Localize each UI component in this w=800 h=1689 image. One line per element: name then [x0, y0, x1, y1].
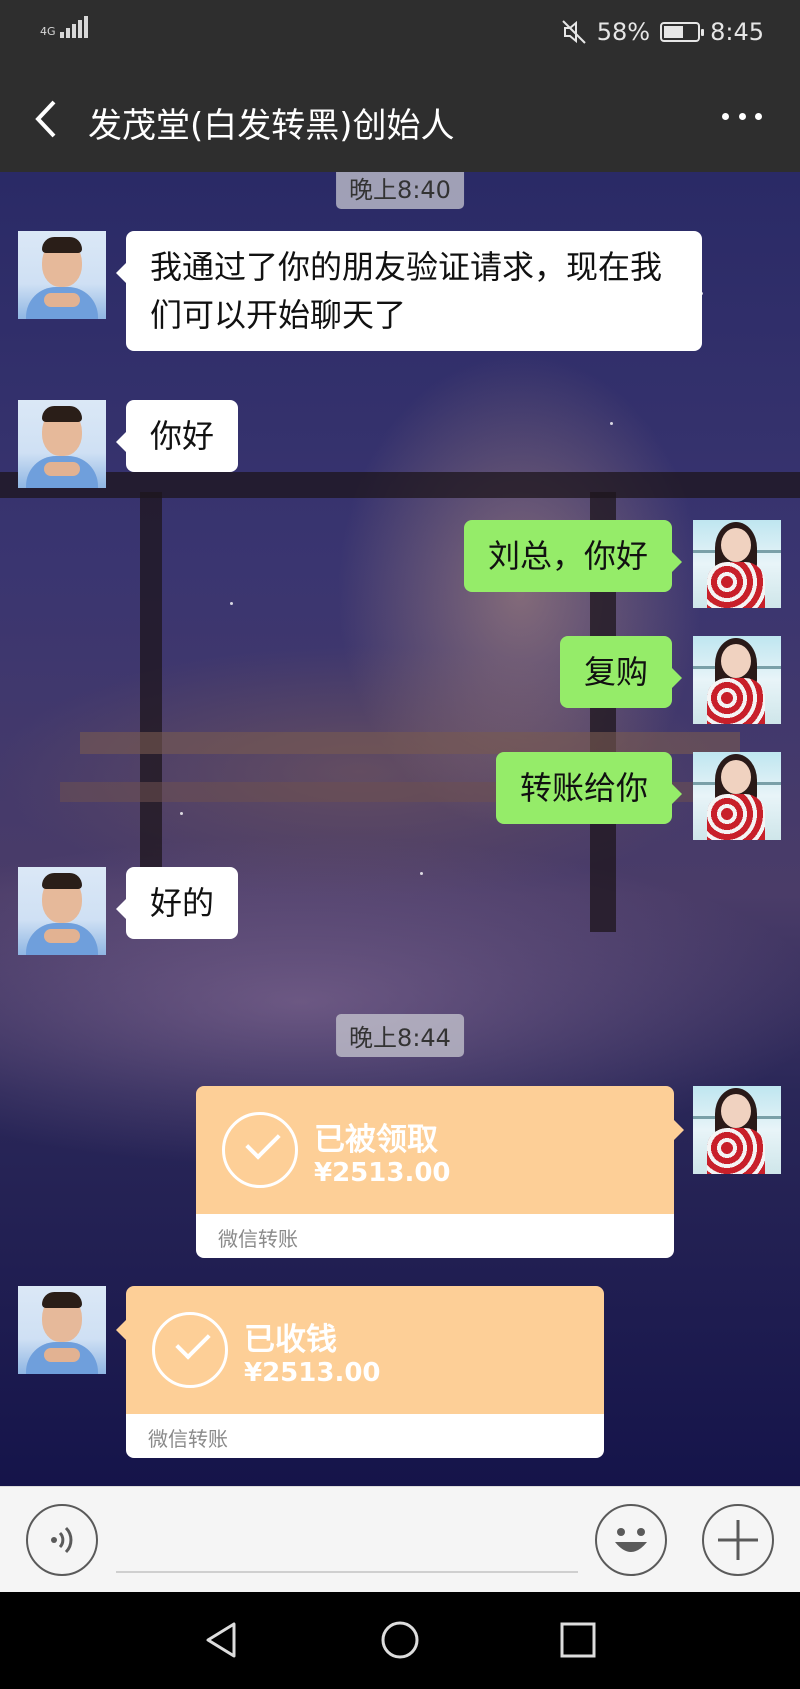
transfer-amount: ¥2513.00 — [244, 1358, 381, 1388]
background-bench-leg — [140, 492, 162, 912]
check-circle-icon — [152, 1312, 228, 1388]
chat-area[interactable]: 晚上8:40 我通过了你的朋友验证请求，现在我们可以开始聊天了 你好 刘总，你好… — [0, 172, 800, 1486]
transfer-amount: ¥2513.00 — [314, 1158, 451, 1188]
check-circle-icon — [222, 1112, 298, 1188]
incoming-message[interactable]: 我通过了你的朋友验证请求，现在我们可以开始聊天了 — [116, 231, 702, 351]
chevron-left-icon[interactable] — [26, 94, 66, 144]
outgoing-message[interactable]: 转账给你 — [495, 752, 683, 824]
my-avatar[interactable] — [693, 520, 781, 608]
transfer-card-received[interactable]: 已收钱 ¥2513.00 微信转账 — [126, 1286, 604, 1458]
transfer-card-sent[interactable]: 已被领取 ¥2513.00 微信转账 — [196, 1086, 674, 1258]
more-horizontal-icon[interactable] — [714, 96, 770, 136]
plus-icon[interactable] — [702, 1504, 774, 1576]
voice-icon[interactable] — [26, 1504, 98, 1576]
message-input[interactable] — [116, 1503, 578, 1573]
battery-icon — [660, 22, 705, 42]
transfer-label: 微信转账 — [196, 1214, 674, 1258]
timestamp: 晚上8:40 — [336, 172, 464, 209]
signal-indicator: 4G — [40, 16, 88, 38]
my-avatar[interactable] — [693, 752, 781, 840]
system-nav-bar — [0, 1592, 800, 1689]
battery-percent: 58% — [596, 18, 651, 46]
mute-icon — [562, 20, 586, 44]
chat-title: 发茂堂(白发转黑)创始人 — [88, 106, 455, 146]
outgoing-message[interactable]: 刘总，你好 — [463, 520, 683, 592]
bubble-pointer — [674, 1120, 684, 1140]
timestamp: 晚上8:44 — [336, 1014, 464, 1057]
my-avatar[interactable] — [693, 1086, 781, 1174]
emoji-icon[interactable] — [595, 1504, 667, 1576]
square-recents-icon[interactable] — [554, 1616, 602, 1664]
network-type: 4G — [40, 25, 56, 38]
status-bar: 4G 58% 8:45 — [0, 0, 800, 68]
background-bench-seat — [80, 732, 740, 754]
circle-home-icon[interactable] — [376, 1616, 424, 1664]
contact-avatar[interactable] — [18, 1286, 106, 1374]
clock: 8:45 — [710, 18, 764, 46]
signal-icon — [59, 16, 88, 38]
incoming-message[interactable]: 你好 — [115, 400, 239, 472]
contact-avatar[interactable] — [18, 231, 106, 319]
chat-header: 发茂堂(白发转黑)创始人 — [0, 68, 800, 172]
triangle-back-icon[interactable] — [198, 1616, 246, 1664]
contact-avatar[interactable] — [18, 867, 106, 955]
transfer-status: 已被领取 — [314, 1122, 438, 1158]
bubble-pointer — [116, 1320, 126, 1340]
transfer-label: 微信转账 — [126, 1414, 604, 1458]
incoming-message[interactable]: 好的 — [115, 867, 239, 939]
contact-avatar[interactable] — [18, 400, 106, 488]
status-right: 58% 8:45 — [561, 18, 764, 46]
my-avatar[interactable] — [693, 636, 781, 724]
transfer-status: 已收钱 — [244, 1322, 337, 1358]
input-bar — [0, 1486, 800, 1592]
background-bench-back — [0, 472, 800, 498]
outgoing-message[interactable]: 复购 — [559, 636, 683, 708]
